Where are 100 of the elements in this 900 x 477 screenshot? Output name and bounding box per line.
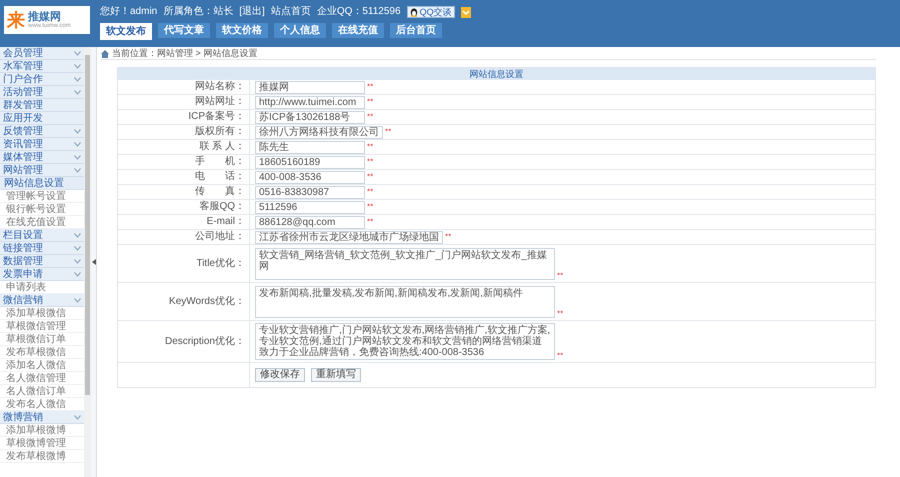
required-mark: ** [385,128,392,136]
input-field[interactable]: 400-008-3536 [255,170,365,184]
qq-chat-button[interactable]: QQ交谈 [406,6,455,18]
sidebar-menu-item[interactable]: 媒体管理 [0,151,84,164]
field-label: E-mail： [206,216,245,228]
sidebar-menu-item[interactable]: 微信营销 [0,294,84,307]
caret-icon [74,128,81,134]
input-field[interactable]: 886128@qq.com [255,216,365,228]
input-field[interactable]: 陈先生 [255,140,365,154]
field-label: 网站网址： [195,96,245,108]
caret-icon [74,168,81,172]
field-label: 网站名称： [195,81,245,93]
input-field[interactable]: 推媒网 [255,80,365,94]
caret-icon [74,258,81,264]
required-mark: ** [367,98,374,106]
dropdown-icon[interactable] [460,6,471,18]
sidebar-subitem[interactable]: 草根微博管理 [0,437,84,450]
sidebar-menu-item[interactable]: 活动管理 [0,86,84,99]
sidebar-menu-item[interactable]: 会员管理 [0,47,84,60]
caret-icon [74,272,81,276]
header-link[interactable]: 所属角色：站长 [163,6,234,18]
sidebar-subitem[interactable]: 草根微信管理 [0,320,84,333]
text-area[interactable]: 发布新闻稿,批量发稿,发布新闻,新闻稿发布,发新闻,新闻稿件 [255,286,555,318]
nav-tab[interactable]: 代写文章 [158,23,210,38]
breadcrumb: 当前位置：网站管理 > 网站信息设置 [112,48,258,59]
required-mark: ** [445,233,452,241]
sidebar-menu-item[interactable]: 水军管理 [0,60,84,73]
sidebar-subitem[interactable]: 网站信息设置 [0,177,84,190]
nav-tab[interactable]: 在线充值 [332,23,384,38]
field-label: 联 系 人： [199,141,245,153]
scrollbar[interactable] [84,47,91,477]
input-field[interactable]: http://www.tuimei.com [255,96,365,108]
sidebar-subitem[interactable]: 添加草根微博 [0,424,84,437]
sidebar-subitem[interactable]: 名人微信管理 [0,372,84,385]
required-mark: ** [367,158,374,166]
input-field[interactable]: 徐州八方网络科技有限公司 [255,126,383,138]
nav-tab[interactable]: 后台首页 [390,23,442,38]
field-label: 客服QQ： [199,201,245,213]
required-mark: ** [367,218,374,226]
field-label: 传 真： [195,186,245,198]
sidebar-menu-item[interactable]: 链接管理 [0,242,84,255]
sidebar-subitem[interactable]: 草根微信订单 [0,333,84,346]
sidebar-menu-item[interactable]: 栏目设置 [0,229,84,242]
text-area[interactable]: 软文营销_网络营销_软文范例_软文推广_门户网站软文发布_推媒网 [255,248,555,280]
input-field[interactable]: 18605160189 [255,156,365,168]
required-mark: ** [367,203,374,211]
sidebar-menu-item[interactable]: 门户合作 [0,73,84,86]
header-link[interactable]: 站点首页 [270,6,311,18]
sidebar-subitem[interactable]: 发布草根微博 [0,450,84,463]
sidebar-menu-item[interactable]: 群发管理 [0,99,84,112]
nav-tab[interactable]: 软文价格 [216,23,268,38]
header-link[interactable]: 企业QQ：5112596 [316,6,401,18]
required-mark: ** [367,143,374,151]
sidebar-subitem[interactable]: 申请列表 [0,281,84,294]
caret-icon [74,90,81,94]
text-area[interactable]: 专业软文营销推广,门户网站软文发布,网络营销推广,软文推广方案,专业软文范例,通过门户网站软文发布和软文营销的网络营销渠道致力于企业品牌营销，免费咨询热线:400-008-3536 [255,323,555,360]
input-field[interactable]: 苏ICP备13026188号 [255,110,365,124]
field-label: 公司地址： [195,231,245,243]
field-label: KeyWords优化： [169,296,245,308]
required-mark: ** [367,83,374,91]
header-link[interactable]: 您好！admin [100,6,158,18]
caret-icon [74,298,81,302]
field-label: ICP备案号： [188,111,245,123]
caret-icon [74,64,81,68]
input-field[interactable]: 5112596 [255,200,365,214]
sidebar-menu-item[interactable]: 数据管理 [0,255,84,268]
sidebar-menu-item[interactable]: 发票申请 [0,268,84,281]
home-icon [101,50,109,58]
caret-icon [74,76,81,82]
sidebar-subitem[interactable]: 发布草根微信 [0,346,84,359]
nav-tab[interactable]: 个人信息 [274,23,326,38]
required-mark: ** [557,310,564,318]
sidebar-menu-item[interactable]: 反馈管理 [0,125,84,138]
caret-icon [74,142,81,146]
required-mark: ** [367,113,374,121]
sidebar-subitem[interactable]: 在线充值设置 [0,216,84,229]
sidebar-menu-item[interactable]: 资讯管理 [0,138,84,151]
required-mark: ** [367,188,374,196]
required-mark: ** [557,272,564,280]
sidebar-subitem[interactable]: 添加草根微信 [0,307,84,320]
input-field[interactable]: 0516-83830987 [255,186,365,198]
sidebar-menu-item[interactable]: 微博营销 [0,411,84,424]
sidebar-subitem[interactable]: 发布名人微信 [0,398,84,411]
required-mark: ** [557,352,564,360]
caret-icon [74,232,81,238]
sidebar-subitem[interactable]: 管理帐号设置 [0,190,84,203]
sidebar-menu-item[interactable]: 应用开发 [0,112,84,125]
form-button[interactable]: 修改保存 [255,368,305,382]
penguin-icon [410,8,418,16]
form-button[interactable]: 重新填写 [311,368,361,382]
sidebar-menu-item[interactable]: 网站管理 [0,164,84,177]
header-link[interactable]: [退出] [239,6,265,18]
field-label: Description优化： [164,336,245,348]
nav-tab[interactable]: 软文发布 [100,23,152,40]
required-mark: ** [367,173,374,181]
input-field[interactable]: 江苏省徐州市云龙区绿地城市广场绿地国 [255,230,443,244]
sidebar-subitem[interactable]: 银行帐号设置 [0,203,84,216]
panel-title: 网站信息设置 [118,68,875,80]
sidebar-subitem[interactable]: 名人微信订单 [0,385,84,398]
sidebar-subitem[interactable]: 添加名人微信 [0,359,84,372]
